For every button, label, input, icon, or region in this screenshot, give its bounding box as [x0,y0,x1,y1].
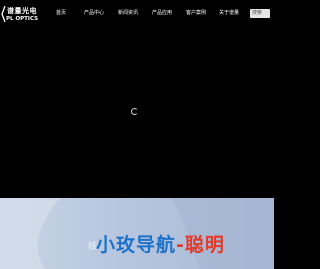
loading-spinner-icon [131,108,138,115]
watermark-overlay: 小玫导航-聪明 [96,234,225,256]
watermark-separator: - [176,234,185,256]
site-header: 谱量光电 PL OPTICS 首页 产品中心 新闻资讯 产品应用 客户案例 关于… [0,0,274,28]
section-band: 核 小玫导航-聪明 [0,198,274,269]
nav-item-about[interactable]: 关于谱量 [219,10,239,17]
nav-item-products[interactable]: 产品中心 [84,10,104,17]
main-nav: 首页 产品中心 新闻资讯 产品应用 客户案例 关于谱量 搜索 [0,0,274,28]
search-button[interactable]: 搜索 [250,9,270,18]
nav-item-news[interactable]: 新闻资讯 [118,10,138,17]
nav-item-applications[interactable]: 产品应用 [152,10,172,17]
watermark-main: 小玫导航 [96,234,177,256]
hero-banner [0,28,274,198]
nav-item-cases[interactable]: 客户案例 [186,10,206,17]
watermark-tail: 聪明 [184,234,225,256]
search-label: 搜索 [252,10,263,16]
nav-item-home[interactable]: 首页 [56,10,66,17]
